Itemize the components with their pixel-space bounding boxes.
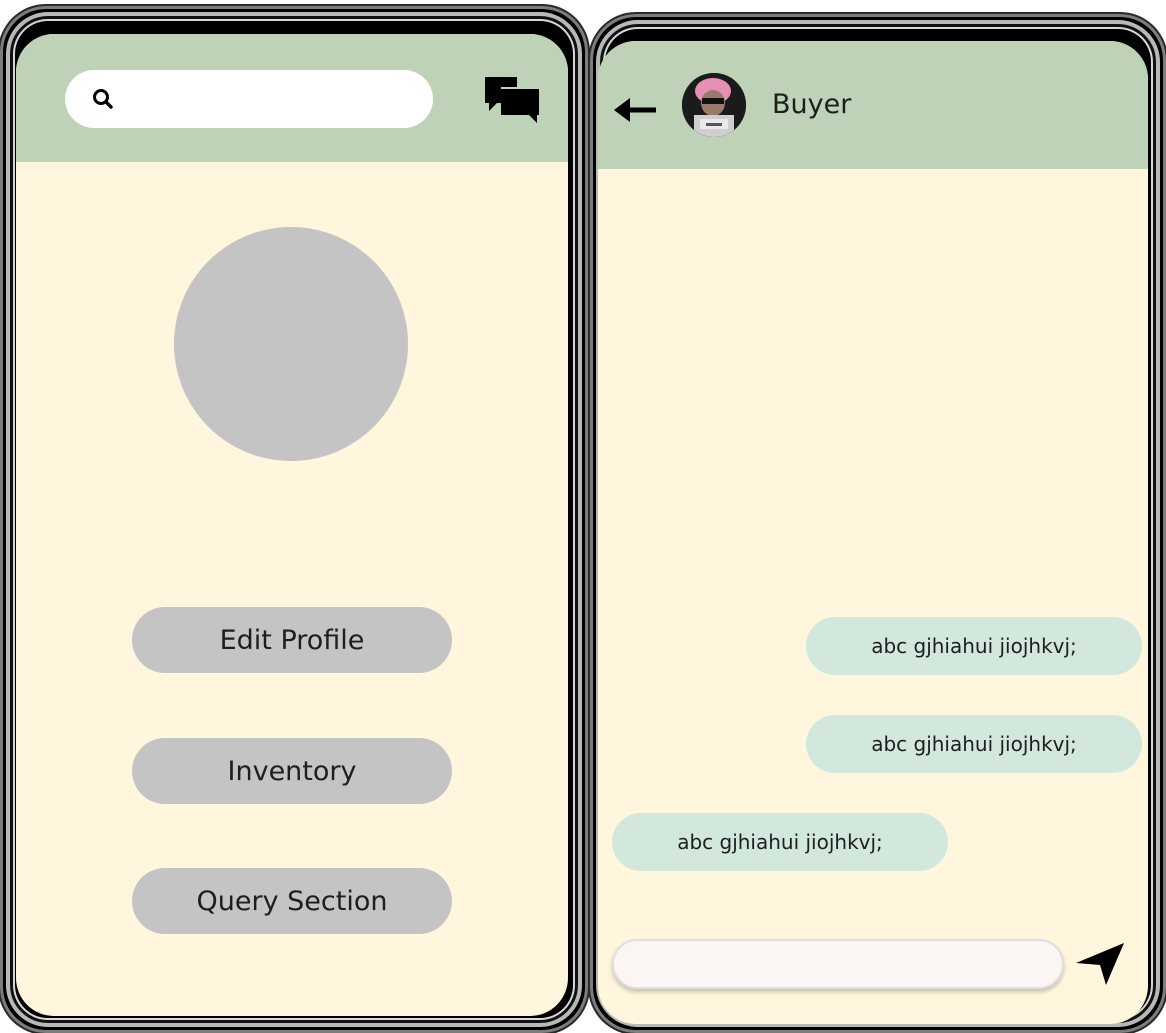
outgoing-message-bubble[interactable]: abc gjhiahui jiojhkvj; [806,715,1142,773]
buyer-avatar[interactable] [682,73,746,137]
chat-app-bar: Buyer [598,41,1148,169]
profile-phone-frame: Edit Profile Inventory Query Section [0,6,588,1033]
search-icon [93,89,113,109]
chat-bubbles-icon[interactable] [483,75,541,125]
outgoing-message-bubble[interactable]: abc gjhiahui jiojhkvj; [806,617,1142,675]
chat-screen: Buyer abc gjhiahui jiojhkvj; abc gjhiahu… [598,41,1148,1024]
inventory-button[interactable]: Inventory [132,738,452,804]
profile-screen: Edit Profile Inventory Query Section [16,34,568,1016]
send-icon[interactable] [1074,941,1126,987]
profile-app-bar [16,34,568,162]
profile-picture-placeholder[interactable] [174,227,408,461]
avatar-photo [682,73,746,137]
contact-name: Buyer [772,89,852,120]
message-text: abc gjhiahui jiojhkvj; [677,830,883,854]
message-text: abc gjhiahui jiojhkvj; [871,732,1077,756]
search-input[interactable] [125,82,419,118]
chat-phone-frame: Buyer abc gjhiahui jiojhkvj; abc gjhiahu… [590,14,1166,1033]
edit-profile-button[interactable]: Edit Profile [132,607,452,673]
search-bar[interactable] [65,70,433,128]
back-arrow-icon[interactable] [612,95,658,125]
message-text: abc gjhiahui jiojhkvj; [871,634,1077,658]
query-section-button[interactable]: Query Section [132,868,452,934]
message-input[interactable] [612,939,1064,989]
incoming-message-bubble[interactable]: abc gjhiahui jiojhkvj; [612,813,948,871]
